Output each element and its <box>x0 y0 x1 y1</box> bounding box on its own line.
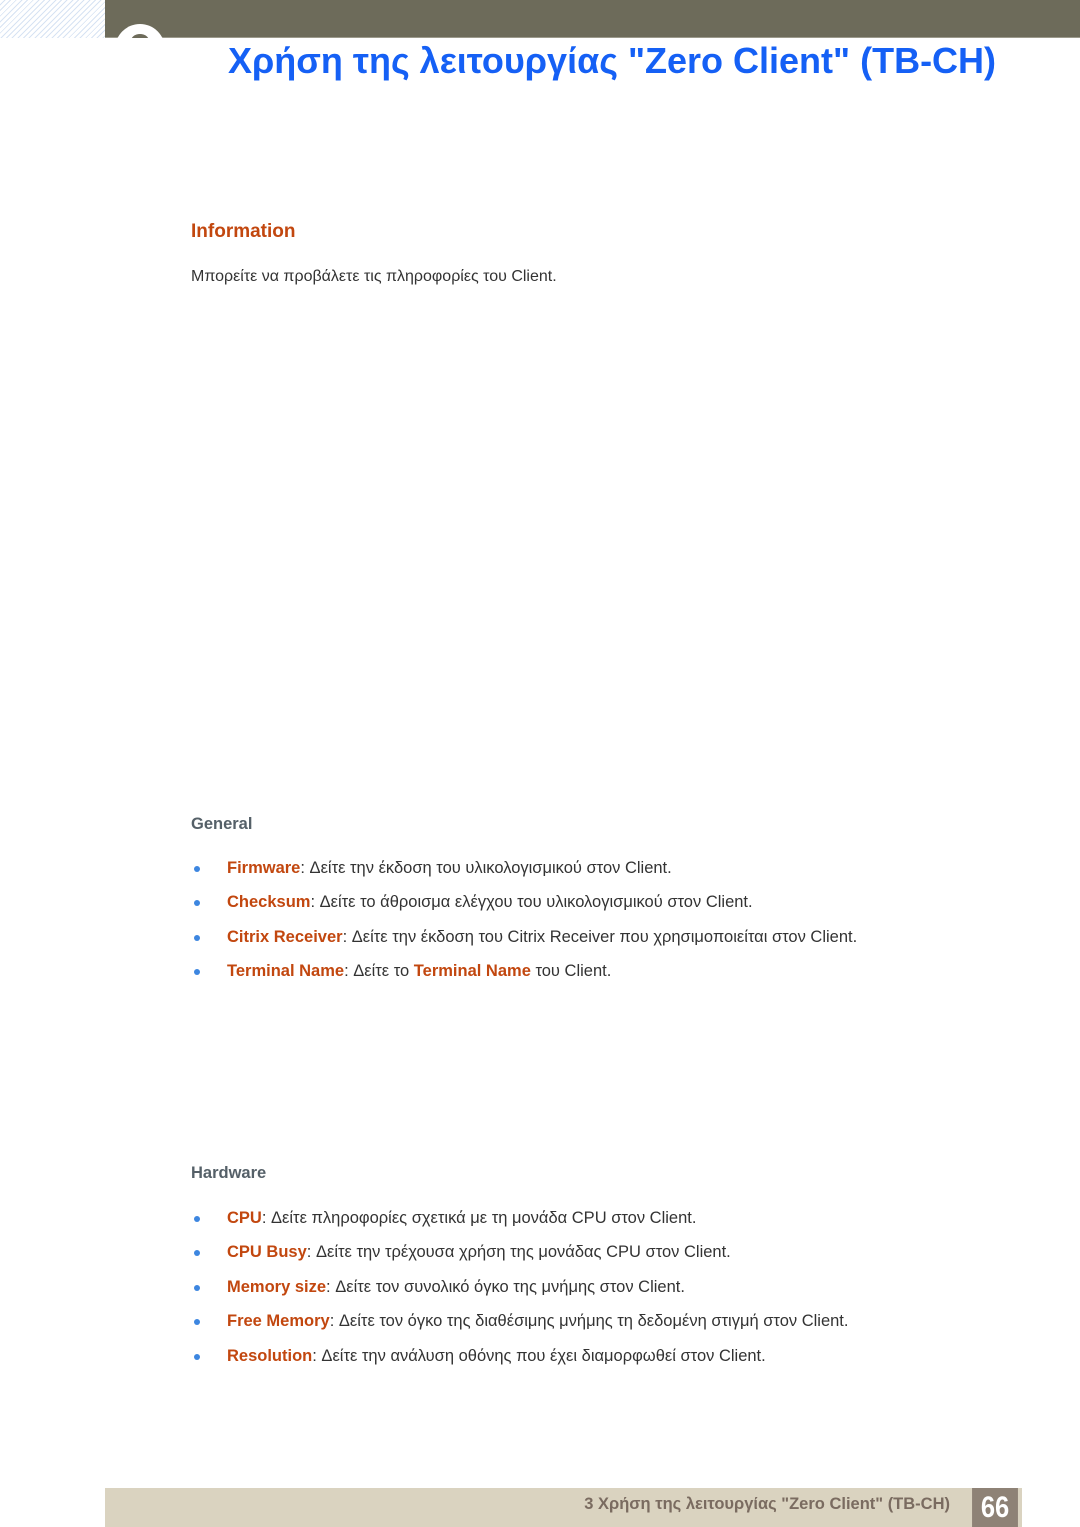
item-description: : Δείτε την έκδοση του Citrix Receiver π… <box>342 927 858 946</box>
item-term: CPU <box>227 1209 262 1227</box>
page-title: Χρήση της λειτουργίας "Zero Client" (TB-… <box>228 40 997 81</box>
bullet-icon <box>194 866 200 872</box>
bullet-icon <box>194 1353 200 1360</box>
bullet-icon <box>194 1284 200 1291</box>
section-intro: Μπορείτε να προβάλετε τις πληροφορίες το… <box>191 268 557 285</box>
header-circle-mask <box>105 38 185 78</box>
item-description-tail: του Client. <box>530 962 612 981</box>
item-term: Checksum <box>227 893 311 912</box>
item-description: : Δείτε το άθροισμα ελέγχου του υλικολογ… <box>310 893 753 912</box>
item-description: : Δείτε τον όγκο της διαθέσιμης μνήμης τ… <box>329 1312 849 1331</box>
bullet-icon <box>194 934 200 941</box>
item-description: : Δείτε το <box>344 962 414 981</box>
item-term: Terminal Name <box>227 962 345 981</box>
item-term: CPU Busy <box>227 1243 307 1262</box>
item-description: : Δείτε τον συνολικό όγκο της μνήμης στο… <box>326 1277 685 1296</box>
bullet-icon <box>194 900 200 907</box>
bullet-icon <box>194 1319 200 1326</box>
item-term: Firmware <box>227 859 301 877</box>
item-description: : Δείτε την ανάλυση οθόνης που έχει διαμ… <box>312 1346 766 1365</box>
item-term: Memory size <box>227 1277 327 1296</box>
bullet-icon <box>194 1216 200 1222</box>
item-description: : Δείτε πληροφορίες σχετικά με τη μονάδα… <box>261 1209 697 1227</box>
item-description: : Δείτε την έκδοση του υλικολογισμικού σ… <box>300 859 672 877</box>
header-hatch-pattern <box>0 0 105 38</box>
item-term: Free Memory <box>227 1312 330 1331</box>
page-number: 66 <box>972 1488 1018 1527</box>
item-term: Citrix Receiver <box>227 927 343 946</box>
header-bar <box>105 0 1080 38</box>
general-heading: General <box>191 815 253 833</box>
item-term: Resolution <box>227 1346 313 1365</box>
hardware-heading: Hardware <box>191 1164 267 1182</box>
item-term-inline: Terminal Name <box>413 962 531 981</box>
item-description: : Δείτε την τρέχουσα χρήση της μονάδας C… <box>306 1243 731 1262</box>
section-title: Information <box>191 221 296 242</box>
footer-chapter-text: 3 Χρήση της λειτουργίας "Zero Client" (T… <box>584 1495 950 1513</box>
bullet-icon <box>194 1250 200 1257</box>
bullet-icon <box>194 969 200 976</box>
